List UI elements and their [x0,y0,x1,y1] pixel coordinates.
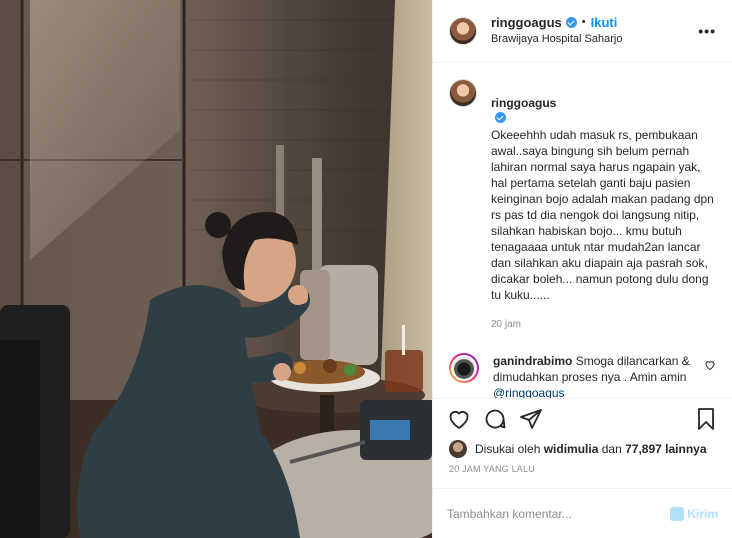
separator-dot: • [581,16,586,28]
photo-illustration [0,0,432,538]
liker-username[interactable]: widimulia [544,442,599,456]
caption-timestamp[interactable]: 20 jam [491,317,716,333]
location-link[interactable]: Brawijaya Hospital Saharjo [491,32,698,47]
add-comment-bar: Kirim [433,488,732,538]
liker-avatar[interactable] [449,440,467,458]
likes-middle: dan [601,442,622,456]
likes-prefix: Disukai oleh [475,442,541,456]
verified-badge-icon [565,17,577,28]
commenter-username[interactable]: ganindrabimo [493,354,572,368]
instagram-post: ringgoagus • Ikuti Brawijaya Hospital Sa… [0,0,732,538]
author-username[interactable]: ringgoagus [491,15,562,30]
caption: ringgoagus Okeeehhh udah masuk rs, pembu… [449,79,716,333]
more-options-icon[interactable]: ••• [698,23,716,39]
post-sidebar: ringgoagus • Ikuti Brawijaya Hospital Sa… [432,0,732,538]
author-row: ringgoagus • Ikuti [491,15,698,30]
action-bar [433,398,732,438]
bookmark-icon[interactable] [694,407,718,431]
comment-icon[interactable] [483,407,507,431]
comment-body: ganindrabimo Smoga dilancarkan & dimudah… [493,353,704,398]
author-avatar[interactable] [449,17,477,45]
comment-mention[interactable]: @ringgoagus [493,386,565,398]
commenter-avatar[interactable] [449,353,479,383]
comment-like-icon[interactable] [704,359,716,371]
comment-item: ganindrabimo Smoga dilancarkan & dimudah… [449,353,716,398]
comments-section: ringgoagus Okeeehhh udah masuk rs, pembu… [433,63,732,398]
likes-count[interactable]: 77,897 lainnya [625,442,706,456]
post-photo[interactable] [0,0,432,538]
share-icon[interactable] [519,407,543,431]
caption-username[interactable]: ringgoagus [491,96,556,110]
send-label: Kirim [687,506,718,521]
caption-text-wrap: ringgoagus Okeeehhh udah masuk rs, pembu… [491,79,716,303]
likes-row: Disukai oleh widimulia dan 77,897 lainny… [433,438,732,460]
verified-badge-icon [495,112,506,123]
caption-text: Okeeehhh udah masuk rs, pembukaan awal..… [491,128,714,302]
author-info: ringgoagus • Ikuti Brawijaya Hospital Sa… [491,15,698,47]
post-age[interactable]: 20 JAM YANG LALU [433,460,732,488]
caption-avatar[interactable] [449,79,477,107]
emoji-icon[interactable] [670,506,685,521]
follow-button[interactable]: Ikuti [591,15,618,30]
post-header: ringgoagus • Ikuti Brawijaya Hospital Sa… [433,0,732,63]
comment-input[interactable] [447,506,671,521]
caption-body: ringgoagus Okeeehhh udah masuk rs, pembu… [491,79,716,333]
send-button[interactable]: Kirim [670,506,718,521]
heart-icon[interactable] [447,407,471,431]
